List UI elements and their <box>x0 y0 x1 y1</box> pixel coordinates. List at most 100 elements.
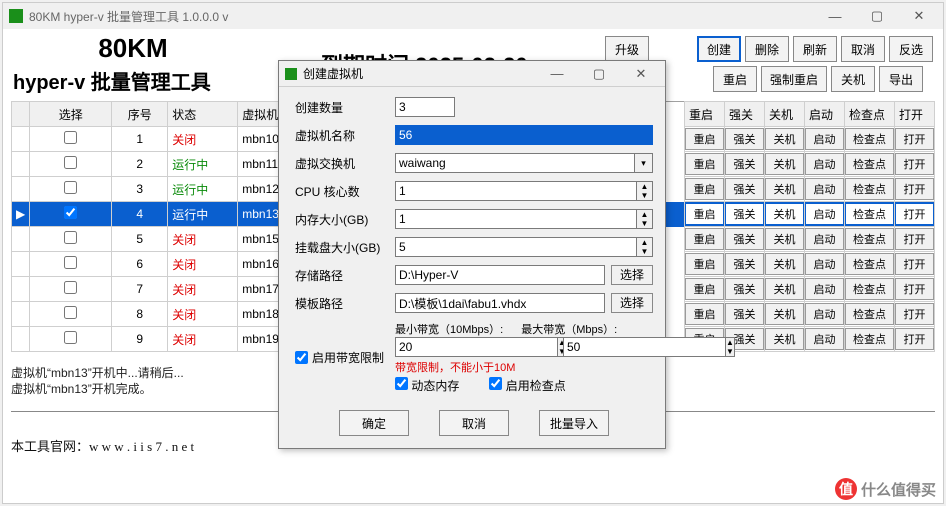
dynmem-checkbox[interactable] <box>395 377 408 390</box>
row-checkpoint-button[interactable]: 检查点 <box>845 153 894 175</box>
row-start-button[interactable]: 启动 <box>805 303 844 325</box>
row-restart-button[interactable]: 重启 <box>685 303 724 325</box>
row-checkpoint-button[interactable]: 检查点 <box>845 303 894 325</box>
row-force-button[interactable]: 强关 <box>725 278 764 300</box>
row-force-button[interactable]: 强关 <box>725 153 764 175</box>
row-restart-button[interactable]: 重启 <box>685 153 724 175</box>
force-restart-button[interactable]: 强制重启 <box>761 66 827 92</box>
disk-spinner[interactable]: ▲▼ <box>637 237 653 257</box>
row-start-button[interactable]: 启动 <box>805 178 844 200</box>
row-select-checkbox[interactable] <box>64 156 77 169</box>
create-button[interactable]: 创建 <box>697 36 741 62</box>
row-checkpoint-button[interactable]: 检查点 <box>845 128 894 150</box>
row-shutdown-button[interactable]: 关机 <box>765 178 804 200</box>
restart-button[interactable]: 重启 <box>713 66 757 92</box>
col-state[interactable]: 状态 <box>168 102 238 127</box>
row-shutdown-button[interactable]: 关机 <box>765 128 804 150</box>
dialog-minimize[interactable]: — <box>539 63 575 85</box>
row-force-button[interactable]: 强关 <box>725 253 764 275</box>
row-shutdown-button[interactable]: 关机 <box>765 153 804 175</box>
delete-button[interactable]: 删除 <box>745 36 789 62</box>
row-shutdown-button[interactable]: 关机 <box>765 228 804 250</box>
dialog-ok-button[interactable]: 确定 <box>339 410 409 436</box>
maximize-button[interactable]: ▢ <box>859 5 895 27</box>
dynmem-row[interactable]: 动态内存 <box>395 377 459 394</box>
shutdown-button[interactable]: 关机 <box>831 66 875 92</box>
row-start-button[interactable]: 启动 <box>805 153 844 175</box>
row-select-checkbox[interactable] <box>64 206 77 219</box>
template-path-input[interactable] <box>395 293 605 313</box>
row-force-button[interactable]: 强关 <box>725 178 764 200</box>
close-button[interactable]: ✕ <box>901 5 937 27</box>
row-open-button[interactable]: 打开 <box>895 203 934 225</box>
row-shutdown-button[interactable]: 关机 <box>765 253 804 275</box>
row-force-button[interactable]: 强关 <box>725 203 764 225</box>
row-restart-button[interactable]: 重启 <box>685 253 724 275</box>
bw-enable-checkbox[interactable] <box>295 351 308 364</box>
row-select-checkbox[interactable] <box>64 331 77 344</box>
store-browse-button[interactable]: 选择 <box>611 265 653 285</box>
bw-min-input[interactable] <box>395 337 558 357</box>
row-start-button[interactable]: 启动 <box>805 253 844 275</box>
row-select-checkbox[interactable] <box>64 131 77 144</box>
row-shutdown-button[interactable]: 关机 <box>765 203 804 225</box>
store-path-input[interactable] <box>395 265 605 285</box>
row-open-button[interactable]: 打开 <box>895 128 934 150</box>
invert-select-button[interactable]: 反选 <box>889 36 933 62</box>
row-checkpoint-button[interactable]: 检查点 <box>845 253 894 275</box>
dialog-import-button[interactable]: 批量导入 <box>539 410 609 436</box>
col-select[interactable]: 选择 <box>30 102 112 127</box>
row-checkpoint-button[interactable]: 检查点 <box>845 203 894 225</box>
minimize-button[interactable]: — <box>817 5 853 27</box>
row-restart-button[interactable]: 重启 <box>685 278 724 300</box>
row-start-button[interactable]: 启动 <box>805 228 844 250</box>
row-open-button[interactable]: 打开 <box>895 178 934 200</box>
cpu-input[interactable] <box>395 181 637 201</box>
row-start-button[interactable]: 启动 <box>805 328 844 350</box>
checkpoint-row[interactable]: 启用检查点 <box>489 377 565 394</box>
cpu-spinner[interactable]: ▲▼ <box>637 181 653 201</box>
row-force-button[interactable]: 强关 <box>725 303 764 325</box>
row-restart-button[interactable]: 重启 <box>685 203 724 225</box>
row-shutdown-button[interactable]: 关机 <box>765 328 804 350</box>
template-browse-button[interactable]: 选择 <box>611 293 653 313</box>
dialog-cancel-button[interactable]: 取消 <box>439 410 509 436</box>
row-start-button[interactable]: 启动 <box>805 278 844 300</box>
row-restart-button[interactable]: 重启 <box>685 228 724 250</box>
row-open-button[interactable]: 打开 <box>895 328 934 350</box>
row-open-button[interactable]: 打开 <box>895 153 934 175</box>
refresh-button[interactable]: 刷新 <box>793 36 837 62</box>
export-button[interactable]: 导出 <box>879 66 923 92</box>
row-select-checkbox[interactable] <box>64 181 77 194</box>
vm-name-input[interactable] <box>395 125 653 145</box>
checkpoint-checkbox[interactable] <box>489 377 502 390</box>
cancel-button[interactable]: 取消 <box>841 36 885 62</box>
upgrade-button[interactable]: 升级 <box>605 36 649 62</box>
row-select-checkbox[interactable] <box>64 281 77 294</box>
row-open-button[interactable]: 打开 <box>895 228 934 250</box>
row-checkpoint-button[interactable]: 检查点 <box>845 278 894 300</box>
row-restart-button[interactable]: 重启 <box>685 178 724 200</box>
mem-spinner[interactable]: ▲▼ <box>637 209 653 229</box>
bw-enable-row[interactable]: 启用带宽限制 <box>295 349 387 366</box>
row-open-button[interactable]: 打开 <box>895 303 934 325</box>
count-input[interactable] <box>395 97 455 117</box>
chevron-down-icon[interactable]: ▾ <box>635 153 653 173</box>
row-force-button[interactable]: 强关 <box>725 128 764 150</box>
dialog-close[interactable]: ✕ <box>623 63 659 85</box>
dialog-maximize[interactable]: ▢ <box>581 63 617 85</box>
row-checkpoint-button[interactable]: 检查点 <box>845 328 894 350</box>
row-force-button[interactable]: 强关 <box>725 228 764 250</box>
row-open-button[interactable]: 打开 <box>895 278 934 300</box>
row-shutdown-button[interactable]: 关机 <box>765 303 804 325</box>
row-restart-button[interactable]: 重启 <box>685 128 724 150</box>
row-start-button[interactable]: 启动 <box>805 128 844 150</box>
row-checkpoint-button[interactable]: 检查点 <box>845 228 894 250</box>
row-open-button[interactable]: 打开 <box>895 253 934 275</box>
disk-input[interactable] <box>395 237 637 257</box>
row-shutdown-button[interactable]: 关机 <box>765 278 804 300</box>
col-index[interactable]: 序号 <box>112 102 168 127</box>
row-checkpoint-button[interactable]: 检查点 <box>845 178 894 200</box>
row-select-checkbox[interactable] <box>64 306 77 319</box>
bw-max-spinner[interactable]: ▲▼ <box>726 337 735 357</box>
